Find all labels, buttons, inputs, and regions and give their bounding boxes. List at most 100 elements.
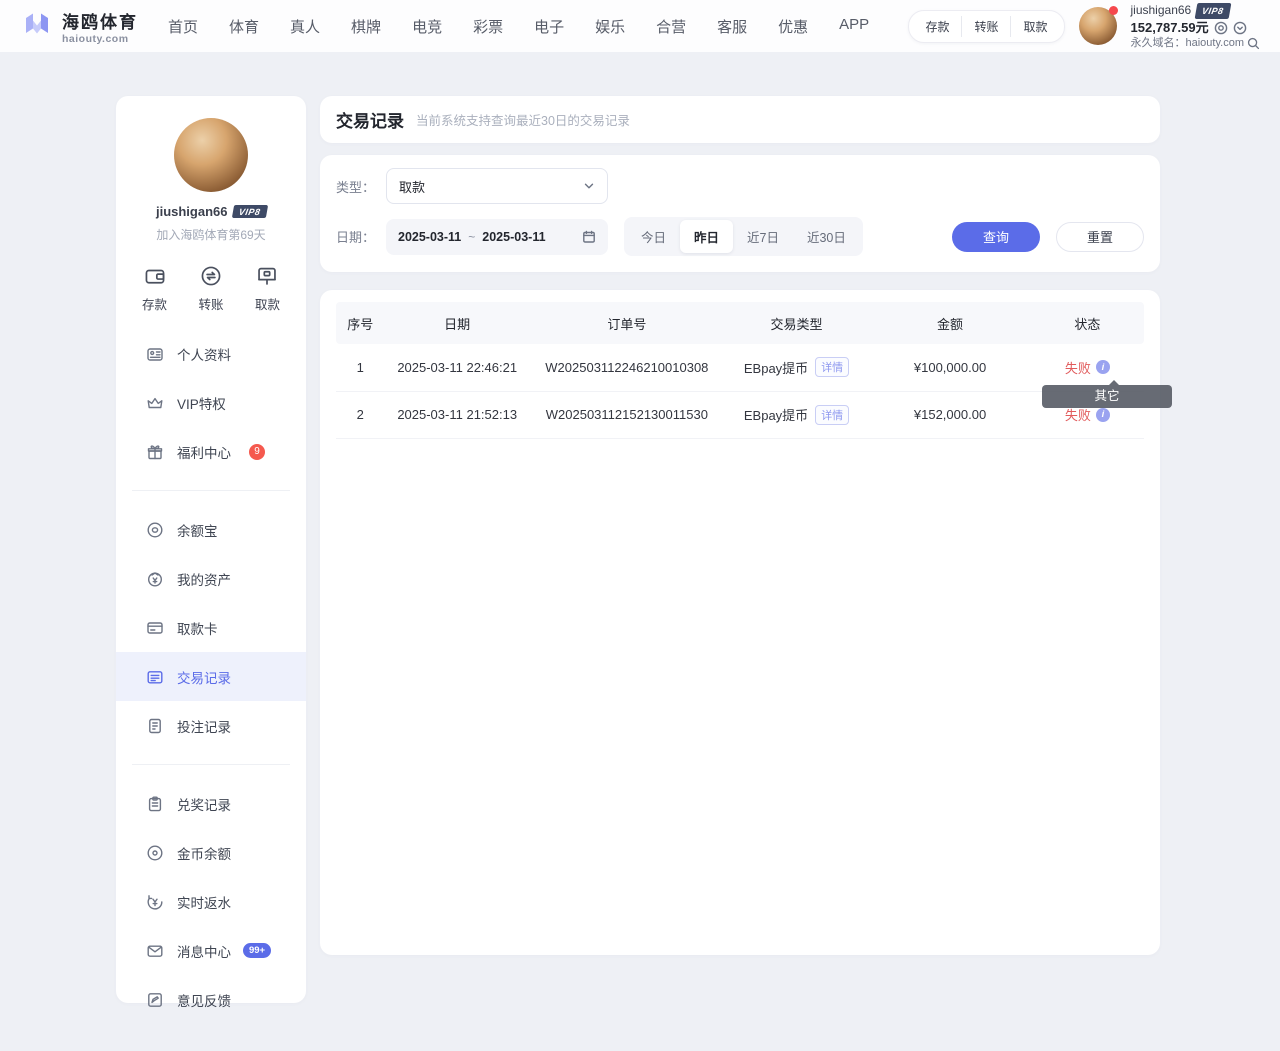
feedback-icon: [146, 991, 164, 1009]
withdraw-icon: [256, 265, 278, 287]
nav-item-app[interactable]: APP: [839, 16, 869, 37]
info-icon[interactable]: i: [1096, 360, 1110, 374]
sidebar-transfer-button[interactable]: 转账: [198, 265, 223, 313]
detail-link[interactable]: 详情: [815, 405, 849, 425]
benefits-badge: 9: [249, 444, 265, 460]
sidebar-item-gold-balance[interactable]: 金币余额: [116, 828, 306, 877]
sidebar-item-transactions[interactable]: 交易记录: [116, 652, 306, 701]
wallet-icon: [144, 265, 166, 287]
nav-item-chess[interactable]: 棋牌: [351, 16, 381, 37]
message-icon: [146, 942, 164, 960]
transactions-table: 序号 日期 订单号 交易类型 金额 状态 1 2025-03-11 22:46:…: [336, 302, 1144, 439]
brand-logo[interactable]: 海鸥体育 haiouty.com: [20, 8, 138, 45]
transactions-table-card: 序号 日期 订单号 交易类型 金额 状态 1 2025-03-11 22:46:…: [320, 290, 1160, 955]
transfer-button[interactable]: 转账: [961, 16, 1010, 37]
cell-date: 2025-03-11 21:52:13: [384, 391, 529, 438]
join-days-text: 加入海鸥体育第69天: [116, 226, 306, 243]
cell-amount: ¥152,000.00: [869, 391, 1031, 438]
nav-item-lottery[interactable]: 彩票: [473, 16, 503, 37]
gold-coin-icon: [146, 844, 164, 862]
vip-badge: VIP8: [1195, 3, 1231, 19]
nav-item-live[interactable]: 真人: [290, 16, 320, 37]
transactions-icon: [146, 668, 164, 686]
cell-date: 2025-03-11 22:46:21: [384, 344, 529, 391]
topbar-quick-actions: 存款 转账 取款: [908, 10, 1064, 43]
range-7days-button[interactable]: 近7日: [733, 220, 793, 253]
type-select-value: 取款: [399, 177, 425, 196]
sidebar-divider: [132, 764, 290, 765]
transfer-icon: [200, 265, 222, 287]
deposit-button[interactable]: 存款: [913, 16, 961, 37]
nav-item-sports[interactable]: 体育: [229, 16, 259, 37]
sidebar-item-yuebao[interactable]: 余额宝: [116, 505, 306, 554]
nav-item-promo[interactable]: 优惠: [778, 16, 808, 37]
bet-records-icon: [146, 717, 164, 735]
sidebar-item-feedback[interactable]: 意见反馈: [116, 975, 306, 1024]
nav-item-esports[interactable]: 电竞: [412, 16, 442, 37]
sidebar-item-assets[interactable]: 我的资产: [116, 554, 306, 603]
sidebar-withdraw-button[interactable]: 取款: [255, 265, 280, 313]
topbar-user-meta: jiushigan66 VIP8 152,787.59元 永久域名：haiout…: [1131, 3, 1261, 50]
sidebar-item-benefits[interactable]: 福利中心 9: [116, 427, 306, 476]
sidebar-item-vip[interactable]: VIP特权: [116, 378, 306, 427]
status-text: 失败: [1065, 358, 1091, 377]
brand-name: 海鸥体育: [62, 8, 138, 33]
notification-dot: [1109, 6, 1118, 15]
nav-item-slots[interactable]: 电子: [534, 16, 564, 37]
sidebar-group-funds: 余额宝 我的资产 取款卡 交易记录: [116, 499, 306, 756]
page-header-card: 交易记录 当前系统支持查询最近30日的交易记录: [320, 96, 1160, 143]
page-subtitle: 当前系统支持查询最近30日的交易记录: [416, 110, 630, 129]
info-icon[interactable]: i: [1096, 408, 1110, 422]
profile-section: jiushigan66 VIP8 加入海鸥体育第69天: [116, 118, 306, 243]
header-amount: 金额: [869, 302, 1031, 344]
detail-link[interactable]: 详情: [815, 357, 849, 377]
reset-button[interactable]: 重置: [1056, 222, 1144, 252]
table-row: 2 2025-03-11 21:52:13 W20250311215213001…: [336, 391, 1144, 438]
sidebar-item-profile[interactable]: 个人资料: [116, 329, 306, 378]
username: jiushigan66: [1131, 4, 1192, 17]
coin-icon: [146, 521, 164, 539]
sidebar-item-redeem-records[interactable]: 兑奖记录: [116, 779, 306, 828]
profile-username: jiushigan66: [156, 204, 228, 219]
withdraw-button[interactable]: 取款: [1010, 16, 1059, 37]
sidebar-item-withdraw-card[interactable]: 取款卡: [116, 603, 306, 652]
search-icon[interactable]: [1247, 37, 1260, 50]
date-range-input[interactable]: 2025-03-11 ~ 2025-03-11: [386, 219, 608, 255]
topbar: 海鸥体育 haiouty.com 首页 体育 真人 棋牌 电竞 彩票 电子 娱乐…: [0, 0, 1280, 52]
range-today-button[interactable]: 今日: [627, 220, 680, 253]
bank-card-icon: [146, 619, 164, 637]
range-yesterday-button[interactable]: 昨日: [680, 220, 733, 253]
transaction-type: EBpay提币: [744, 405, 808, 424]
range-30days-button[interactable]: 近30日: [793, 220, 860, 253]
topbar-avatar[interactable]: [1079, 7, 1117, 45]
permanent-domain: 永久域名：haiouty.com: [1131, 37, 1245, 50]
cell-order: W202503112246210010308: [530, 344, 724, 391]
assets-icon: [146, 570, 164, 588]
sidebar-item-messages[interactable]: 消息中心 99+: [116, 926, 306, 975]
profile-avatar: [174, 118, 248, 192]
sidebar-item-bet-records[interactable]: 投注记录: [116, 701, 306, 750]
messages-badge: 99+: [243, 943, 271, 958]
nav-item-entertainment[interactable]: 娱乐: [595, 16, 625, 37]
sidebar-deposit-button[interactable]: 存款: [142, 265, 167, 313]
table-row: 1 2025-03-11 22:46:21 W20250311224621001…: [336, 344, 1144, 391]
cell-type: EBpay提币 详情: [724, 344, 869, 391]
nav-item-home[interactable]: 首页: [168, 16, 198, 37]
sidebar-item-rebate[interactable]: 实时返水: [116, 877, 306, 926]
redeem-icon: [146, 795, 164, 813]
nav-item-affiliate[interactable]: 合营: [656, 16, 686, 37]
date-from-value: 2025-03-11: [398, 230, 461, 244]
crown-icon: [146, 394, 164, 412]
nav-item-service[interactable]: 客服: [717, 16, 747, 37]
sidebar-divider: [132, 490, 290, 491]
header-date: 日期: [384, 302, 529, 344]
type-select[interactable]: 取款: [386, 168, 608, 204]
date-to-value: 2025-03-11: [482, 230, 545, 244]
calendar-icon: [582, 230, 596, 244]
search-button[interactable]: 查询: [952, 222, 1040, 252]
toggle-balance-icon[interactable]: [1214, 21, 1228, 35]
chevron-down-circle-icon[interactable]: [1233, 21, 1247, 35]
status-tooltip: 其它: [1042, 385, 1172, 408]
cell-type: EBpay提币 详情: [724, 391, 869, 438]
cell-no: 2: [336, 391, 384, 438]
